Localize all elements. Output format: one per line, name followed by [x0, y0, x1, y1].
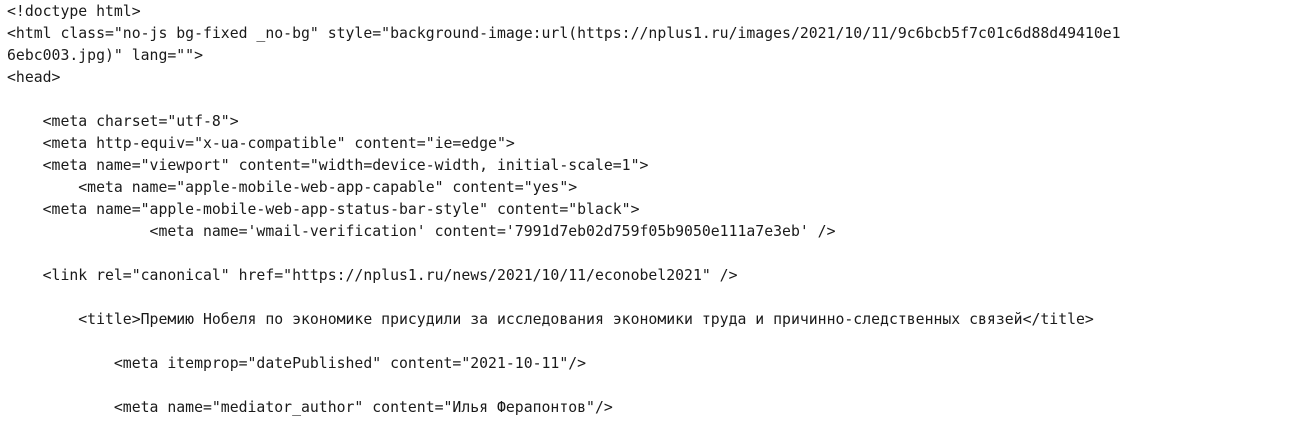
- source-line-title: <title>Премию Нобеля по экономике присуд…: [7, 311, 1094, 328]
- page-source-view: <!doctype html> <html class="no-js bg-fi…: [0, 0, 1310, 426]
- source-line-blank: [7, 243, 1310, 265]
- source-line-blank: [7, 287, 1310, 309]
- source-line-html-open: <html class="no-js bg-fixed _no-bg" styl…: [7, 25, 1121, 42]
- source-line-meta-status-bar: <meta name="apple-mobile-web-app-status-…: [7, 201, 640, 218]
- source-line-doctype: <!doctype html>: [7, 3, 141, 20]
- source-line-html-open-cont: 6ebc003.jpg)" lang="">: [7, 47, 203, 64]
- source-line-link-canonical: <link rel="canonical" href="https://nplu…: [7, 267, 738, 284]
- source-line-meta-author: <meta name="mediator_author" content="Ил…: [7, 399, 613, 416]
- source-line-meta-compatible: <meta http-equiv="x-ua-compatible" conte…: [7, 135, 515, 152]
- source-line-meta-date-published: <meta itemprop="datePublished" content="…: [7, 355, 587, 372]
- source-line-meta-wmail: <meta name='wmail-verification' content=…: [7, 223, 836, 240]
- source-line-head-open: <head>: [7, 69, 61, 86]
- source-line-blank: [7, 375, 1310, 397]
- source-line-meta-charset: <meta charset="utf-8">: [7, 113, 239, 130]
- source-line-meta-app-capable: <meta name="apple-mobile-web-app-capable…: [7, 179, 578, 196]
- source-line-blank: [7, 331, 1310, 353]
- source-line-meta-viewport: <meta name="viewport" content="width=dev…: [7, 157, 649, 174]
- source-line-blank: [7, 89, 1310, 111]
